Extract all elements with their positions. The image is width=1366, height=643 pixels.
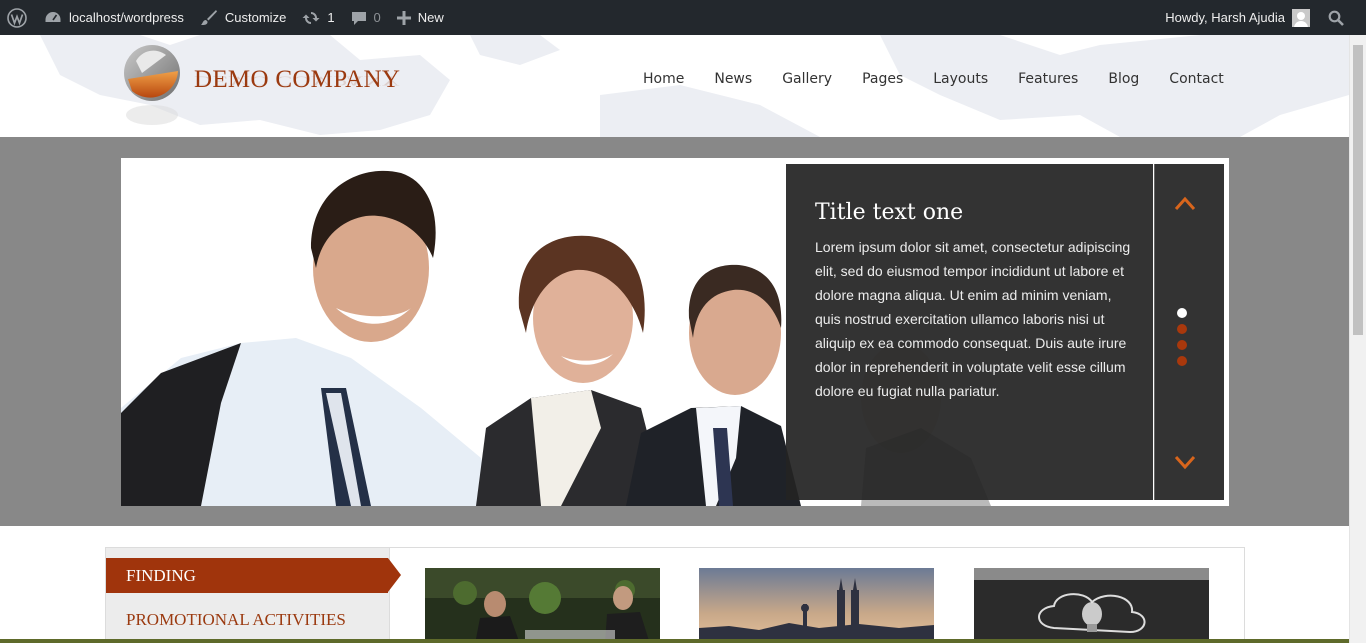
comments-link[interactable]: 0 [343, 0, 389, 35]
slide-title: Title text one [815, 200, 964, 225]
page-scrollbar[interactable] [1349, 35, 1366, 643]
nav-home[interactable]: Home [643, 71, 684, 87]
nav-layouts[interactable]: Layouts [933, 71, 988, 87]
new-label: New [417, 10, 444, 25]
city-skyline-photo [699, 568, 934, 643]
plus-icon [396, 10, 411, 25]
updates-link[interactable]: 1 [294, 0, 342, 35]
admin-bar: localhost/wordpress Customize 1 0 New Ho… [0, 0, 1366, 35]
thumbnail-meeting[interactable] [425, 568, 660, 643]
search-icon [1328, 10, 1344, 26]
tab-promotional-activities[interactable]: PROMOTIONAL ACTIVITIES [106, 605, 388, 635]
slider-pagination [1177, 308, 1187, 372]
dashboard-icon [45, 11, 61, 22]
slider-prev-button[interactable] [1173, 192, 1197, 214]
site-header: DEMO COMPANY DEMO COMPANY Home News Gall… [0, 35, 1349, 137]
wordpress-icon [7, 7, 27, 28]
nav-features[interactable]: Features [1018, 71, 1078, 87]
customize-link[interactable]: Customize [192, 0, 294, 35]
chevron-up-icon [1174, 196, 1196, 211]
slide-dot-2[interactable] [1177, 324, 1187, 334]
slide-description: Lorem ipsum dolor sit amet, consectetur … [815, 239, 1131, 399]
wordpress-logo-button[interactable] [0, 0, 36, 35]
slider-next-button[interactable] [1173, 452, 1197, 474]
my-account-link[interactable]: Howdy, Harsh Ajudia [1157, 0, 1316, 35]
updates-icon [302, 11, 320, 24]
bottom-edge-strip [0, 639, 1349, 643]
nav-news[interactable]: News [714, 71, 752, 87]
thumbnail-idea[interactable] [974, 568, 1209, 643]
updates-count: 1 [327, 10, 335, 25]
nav-contact[interactable]: Contact [1169, 71, 1223, 87]
brand-reflection: DEMO COMPANY [194, 73, 401, 88]
customize-label: Customize [224, 10, 287, 25]
greeting-label: Howdy, Harsh Ajudia [1165, 10, 1285, 25]
company-logo [124, 45, 180, 125]
scrollbar-thumb[interactable] [1353, 45, 1363, 335]
avatar [1292, 8, 1310, 27]
main-nav: Home News Gallery Pages Layouts Features… [643, 71, 1254, 87]
thumbnail-city[interactable] [699, 568, 934, 643]
site-name-label: localhost/wordpress [69, 10, 184, 25]
slide-dot-4[interactable] [1177, 356, 1187, 366]
nav-pages[interactable]: Pages [862, 71, 903, 87]
slide-dot-1[interactable] [1177, 308, 1187, 318]
site-name-link[interactable]: localhost/wordpress [36, 0, 192, 35]
hero-slider: Title text one Lorem ipsum dolor sit ame… [121, 158, 1229, 506]
new-content-link[interactable]: New [389, 0, 452, 35]
lightbulb-chalkboard-photo [974, 568, 1209, 643]
nav-blog[interactable]: Blog [1108, 71, 1139, 87]
slide-caption: Title text one Lorem ipsum dolor sit ame… [786, 164, 1153, 500]
tab-finding[interactable]: FINDING [106, 558, 401, 593]
slider-controls [1154, 164, 1224, 500]
content-section: FINDING PROMOTIONAL ACTIVITIES [105, 547, 1245, 643]
nav-gallery[interactable]: Gallery [782, 71, 832, 87]
tabs-sidebar: FINDING PROMOTIONAL ACTIVITIES [106, 548, 401, 643]
slide-dot-3[interactable] [1177, 340, 1187, 350]
meeting-photo [425, 568, 660, 643]
chevron-down-icon [1174, 455, 1196, 470]
comment-icon [351, 11, 366, 25]
search-button[interactable] [1316, 0, 1366, 35]
paintbrush-icon [200, 9, 217, 25]
comments-count: 0 [373, 10, 381, 25]
